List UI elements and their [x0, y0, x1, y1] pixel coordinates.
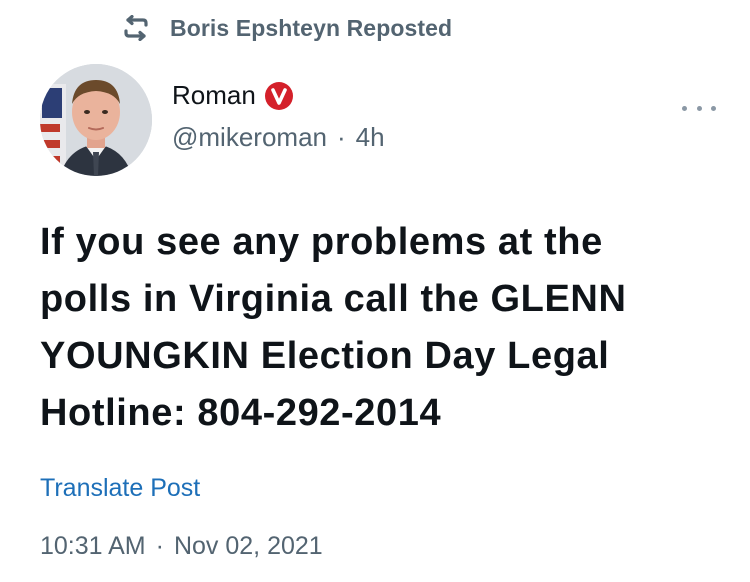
avatar-image [40, 64, 152, 176]
author-display-name[interactable]: Roman [172, 80, 256, 111]
author-name-row[interactable]: Roman [172, 80, 294, 111]
more-dot [682, 105, 687, 111]
verified-badge-icon [264, 81, 294, 111]
author-handle[interactable]: @mikeroman [172, 122, 327, 153]
more-dot [711, 105, 716, 111]
separator-dot: · [155, 532, 164, 560]
post-timestamp[interactable]: 10:31 AM · Nov 02, 2021 [40, 532, 323, 561]
separator-dot: · [336, 122, 346, 152]
post-text: If you see any problems at the polls in … [40, 221, 627, 434]
more-dot [696, 105, 702, 111]
repost-header[interactable]: Boris Epshteyn Reposted [120, 12, 452, 44]
post-date: Nov 02, 2021 [173, 532, 323, 560]
author-handle-row: @mikeroman · 4h [172, 122, 385, 153]
repost-icon [120, 12, 152, 44]
translate-post-link[interactable]: Translate Post [40, 474, 200, 503]
more-icon[interactable] [682, 96, 716, 120]
avatar[interactable] [40, 64, 152, 176]
post-time: 10:31 AM [40, 532, 146, 560]
post-time-ago[interactable]: 4h [356, 122, 385, 153]
repost-label[interactable]: Boris Epshteyn Reposted [170, 15, 452, 42]
